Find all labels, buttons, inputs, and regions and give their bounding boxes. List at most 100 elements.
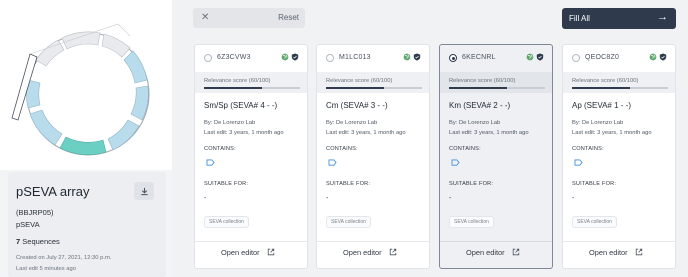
plasmid-segment[interactable] [123,50,148,84]
external-link-icon [635,248,643,256]
external-link-icon [267,248,275,256]
relevance-score-fill [572,87,630,89]
card-icons [281,53,299,61]
reset-label: Reset [278,13,299,22]
sequence-count-number: 7 [16,237,21,246]
plasmid-segment[interactable] [107,119,140,151]
sequence-name: Cm (SEVA# 3 - -) [326,101,388,110]
open-editor-button[interactable]: Open editor [440,241,552,257]
collection-tag: SEVA collection [326,216,371,228]
array-id: (BBJRP05) [16,208,54,217]
tag-icon [328,159,337,166]
globe-icon [403,53,411,61]
sequence-name: Km (SEVA# 2 - -) [449,101,511,110]
relevance-score-fill [326,87,384,89]
card-icons [403,53,421,61]
contains-label: CONTAINS: [572,146,604,152]
relevance-score-bar [449,87,545,89]
author: By: De Lorenzo Lab [572,120,624,126]
globe-icon [649,53,657,61]
suitable-for-value: - [449,195,452,202]
card-id: M1LC013 [339,54,371,61]
shield-check-icon [291,53,299,61]
tag-icon [574,159,583,166]
download-button[interactable] [134,182,154,200]
card-id: QEOC8Z0 [585,54,620,61]
suitable-for-value: - [572,195,575,202]
relevance-score-bar [204,87,300,89]
open-editor-label: Open editor [221,248,260,257]
created-date: Created on July 27, 2021, 12:30 p.m. [16,255,112,261]
card-id: 6KECNRL [462,54,496,61]
suitable-for-label: SUITABLE FOR: [326,181,371,187]
select-radio[interactable] [326,54,334,62]
last-edit: Last edit 5 minutes ago [16,266,76,272]
reset-button[interactable]: ✕ Reset [193,8,305,28]
select-radio[interactable] [204,54,212,62]
download-icon [140,187,148,195]
collection-tag: SEVA collection [204,216,249,228]
sequence-count: 7 Sequences [16,237,60,246]
suitable-for-label: SUITABLE FOR: [572,181,617,187]
last-edit: Last edit: 3 years, 1 month ago [449,130,529,136]
globe-icon [526,53,534,61]
author: By: De Lorenzo Lab [204,120,256,126]
sequence-count-label: Sequences [22,237,60,246]
last-edit: Last edit: 3 years, 1 month ago [572,130,652,136]
plasmid-map[interactable] [0,0,172,170]
sequence-card[interactable]: QEOC8Z0 Relevance score (60/100) Ap (SEV… [562,44,676,269]
author: By: De Lorenzo Lab [326,120,378,126]
relevance-score-label: Relevance score (60/100) [204,78,271,84]
relevance-score-bar [572,87,668,89]
fill-all-label: Fill All [569,14,590,23]
plasmid-map-graphic [11,23,150,156]
relevance-score-label: Relevance score (60/100) [449,78,516,84]
left-panel: pSEVA array (BBJRP05) pSEVA 7 Sequences … [0,0,172,277]
shield-check-icon [659,53,667,61]
sequence-card[interactable]: M1LC013 Relevance score (60/100) Cm (SEV… [316,44,430,269]
plasmid-segment[interactable] [29,109,63,146]
relevance-score-fill [204,87,262,89]
relevance-score-fill [449,87,507,89]
shield-check-icon [413,53,421,61]
arrow-right-icon: → [657,11,668,23]
open-editor-label: Open editor [343,248,382,257]
fill-all-button[interactable]: Fill All → [562,8,676,29]
collection-tag: SEVA collection [449,216,494,228]
collection-tag: SEVA collection [572,216,617,228]
external-link-icon [512,248,520,256]
relevance-score-label: Relevance score (60/100) [572,78,639,84]
contains-label: CONTAINS: [204,146,236,152]
last-edit: Last edit: 3 years, 1 month ago [326,130,406,136]
suitable-for-value: - [326,195,329,202]
plasmid-segment[interactable] [101,33,131,58]
globe-icon [281,53,289,61]
select-radio[interactable] [572,54,580,62]
close-icon: ✕ [201,12,210,23]
open-editor-label: Open editor [589,248,628,257]
open-editor-button[interactable]: Open editor [317,241,429,257]
tag-icon [206,159,215,166]
plasmid-segment-selected[interactable] [59,136,107,156]
card-id: 6Z3CVW3 [217,54,251,61]
tag-icon [451,159,460,166]
last-edit: Last edit: 3 years, 1 month ago [204,130,284,136]
author: By: De Lorenzo Lab [449,120,501,126]
external-link-icon [389,248,397,256]
array-title: pSEVA array [16,184,90,199]
contains-label: CONTAINS: [449,146,481,152]
open-editor-button[interactable]: Open editor [563,241,675,257]
card-icons [649,53,667,61]
array-subtitle: pSEVA [16,220,40,229]
shield-check-icon [536,53,544,61]
open-editor-button[interactable]: Open editor [195,241,307,257]
card-icons [526,53,544,61]
plasmid-segment[interactable] [61,31,101,50]
select-radio[interactable] [449,54,457,62]
relevance-score-bar [326,87,422,89]
suitable-for-value: - [204,195,207,202]
suitable-for-label: SUITABLE FOR: [204,181,249,187]
sequence-card[interactable]: 6Z3CVW3 Relevance score (60/100) Sm/Sp (… [194,44,308,269]
contains-label: CONTAINS: [326,146,358,152]
sequence-card[interactable]: 6KECNRL Relevance score (60/100) Km (SEV… [439,44,553,269]
